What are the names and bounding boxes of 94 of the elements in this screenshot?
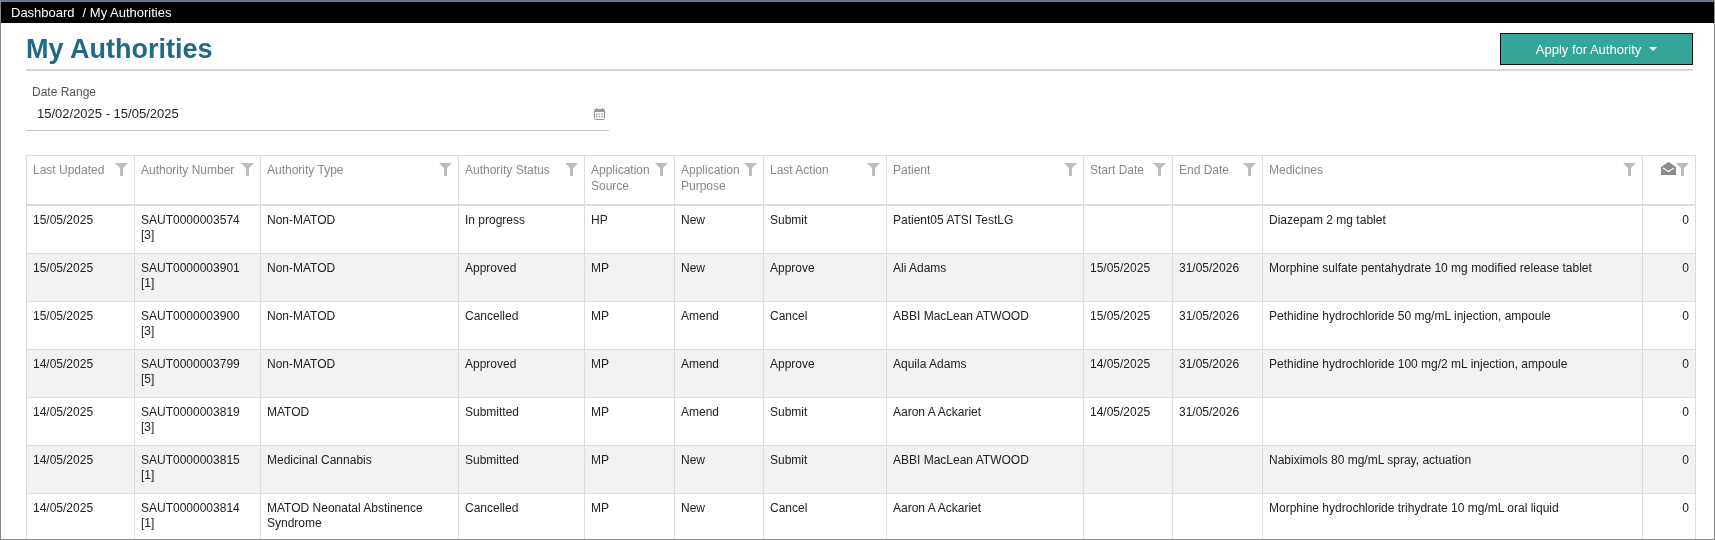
status-cell: Cancelled: [458, 301, 585, 350]
status-cell: Submitted: [458, 397, 585, 446]
date-cell: 15/05/2025: [26, 205, 135, 254]
count-cell: 0: [1642, 397, 1696, 446]
calendar-icon[interactable]: [594, 107, 605, 120]
authority-number-cell: SAUT0000003900 [3]: [134, 301, 261, 350]
authority-type-cell: Non-MATOD: [260, 205, 459, 254]
medicine-cell: Pethidine hydrochloride 100 mg/2 mL injection, ampoule: [1262, 349, 1643, 398]
authority-type-cell: Non-MATOD: [260, 301, 459, 350]
action-cell: Submit: [763, 445, 887, 494]
filter-icon[interactable]: [867, 163, 880, 176]
authority-number-cell: SAUT0000003574 [3]: [134, 205, 261, 254]
filter-icon[interactable]: [565, 163, 578, 176]
date-cell: 15/05/2025: [26, 253, 135, 302]
date-cell: 14/05/2025: [1083, 397, 1173, 446]
date-cell: 15/05/2025: [26, 301, 135, 350]
date-cell: 14/05/2025: [1083, 349, 1173, 398]
column-header[interactable]: End Date: [1179, 162, 1230, 178]
purpose-cell: New: [674, 445, 764, 494]
authority-number-cell: SAUT0000003819 [3]: [134, 397, 261, 446]
apply-button[interactable]: Apply for Authority: [1500, 33, 1693, 65]
action-cell: Submit: [763, 205, 887, 254]
date-cell: 14/05/2025: [26, 445, 135, 494]
authority-number-cell: SAUT0000003901 [1]: [134, 253, 261, 302]
action-cell: Cancel: [763, 301, 887, 350]
column-header[interactable]: Last Action: [770, 162, 829, 178]
source-cell: MP: [584, 445, 675, 494]
medicine-cell: Pethidine hydrochloride 50 mg/mL injection, ampoule: [1262, 301, 1643, 350]
filter-icon[interactable]: [1623, 163, 1636, 176]
source-cell: MP: [584, 253, 675, 302]
count-cell: 0: [1642, 205, 1696, 254]
status-cell: In progress: [458, 205, 585, 254]
patient-cell: ABBI MacLean ATWOOD: [886, 301, 1084, 350]
filter-icon[interactable]: [115, 163, 128, 176]
filter-icon[interactable]: [1243, 163, 1256, 176]
page-title: My Authorities: [26, 33, 213, 65]
count-cell: 0: [1642, 253, 1696, 302]
column-header[interactable]: Medicines: [1269, 162, 1324, 178]
date-range-field[interactable]: 15/02/2025 - 15/05/2025: [26, 99, 609, 131]
patient-cell: Patient05 ATSI TestLG: [886, 205, 1084, 254]
status-cell: Approved: [458, 349, 585, 398]
date-cell: 31/05/2026: [1172, 349, 1263, 398]
filter-icon[interactable]: [744, 163, 757, 176]
column-header[interactable]: Authority Type: [267, 162, 344, 178]
status-cell: Approved: [458, 253, 585, 302]
medicine-cell: Morphine sulfate pentahydrate 10 mg modified release tablet: [1262, 253, 1643, 302]
purpose-cell: Amend: [674, 301, 764, 350]
date-cell: 15/05/2025: [1083, 253, 1173, 302]
column-header[interactable]: Start Date: [1090, 162, 1145, 178]
date-cell: 31/05/2026: [1172, 253, 1263, 302]
patient-cell: Aaron A Ackariet: [886, 397, 1084, 446]
breadcrumb-link[interactable]: Dashboard: [11, 5, 75, 20]
source-cell: HP: [584, 205, 675, 254]
filter-icon[interactable]: [241, 163, 254, 176]
purpose-cell: New: [674, 205, 764, 254]
date-cell: 14/05/2025: [26, 397, 135, 446]
medicine-cell: Nabiximols 80 mg/mL spray, actuation: [1262, 445, 1643, 494]
date-cell: 14/05/2025: [26, 349, 135, 398]
patient-cell: ABBI MacLean ATWOOD: [886, 445, 1084, 494]
authority-type-cell: MATOD: [260, 397, 459, 446]
purpose-cell: Amend: [674, 349, 764, 398]
patient-cell: Ali Adams: [886, 253, 1084, 302]
authority-number-cell: SAUT0000003799 [5]: [134, 349, 261, 398]
column-header[interactable]: Patient: [893, 162, 931, 178]
filter-icon[interactable]: [439, 163, 452, 176]
date-cell: 15/05/2025: [1083, 301, 1173, 350]
count-cell: 0: [1642, 349, 1696, 398]
action-cell: Approve: [763, 253, 887, 302]
date-cell: 14/05/2025: [26, 493, 135, 539]
purpose-cell: Amend: [674, 397, 764, 446]
field-label: Date Range: [32, 85, 98, 99]
authority-type-cell: Non-MATOD: [260, 253, 459, 302]
filter-icon[interactable]: [1153, 163, 1166, 176]
authority-number-cell: SAUT0000003815 [1]: [134, 445, 261, 494]
purpose-cell: New: [674, 253, 764, 302]
filter-icon[interactable]: [655, 163, 668, 176]
caret-icon: [1649, 47, 1658, 51]
source-cell: MP: [584, 301, 675, 350]
medicine-cell: Diazepam 2 mg tablet: [1262, 205, 1643, 254]
action-cell: Approve: [763, 349, 887, 398]
authority-type-cell: Non-MATOD: [260, 349, 459, 398]
source-cell: MP: [584, 397, 675, 446]
date-cell: 31/05/2026: [1172, 397, 1263, 446]
source-cell: MP: [584, 349, 675, 398]
count-cell: 0: [1642, 445, 1696, 494]
count-cell: 0: [1642, 301, 1696, 350]
filter-icon[interactable]: [1676, 163, 1689, 176]
date-cell: 31/05/2026: [1172, 301, 1263, 350]
authority-type-cell: Medicinal Cannabis: [260, 445, 459, 494]
envelope-icon: [1661, 162, 1676, 175]
patient-cell: Aquila Adams: [886, 349, 1084, 398]
status-cell: Submitted: [458, 445, 585, 494]
filter-icon[interactable]: [1064, 163, 1077, 176]
action-cell: Submit: [763, 397, 887, 446]
